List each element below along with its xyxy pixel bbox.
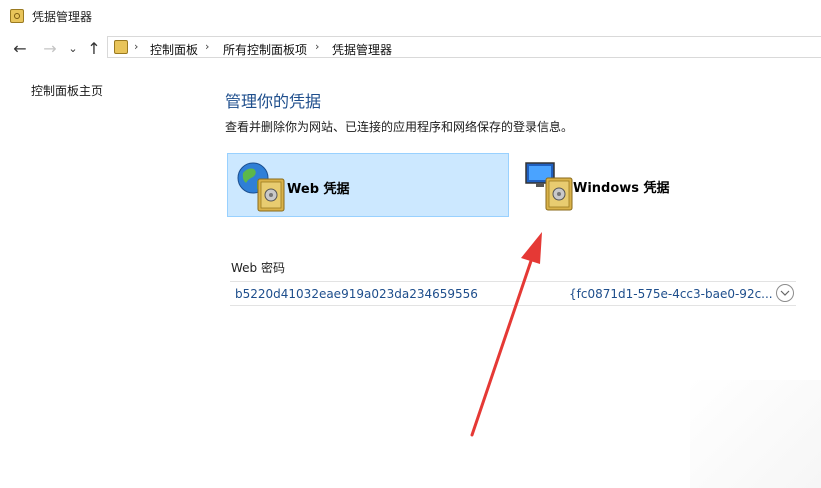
corner-shading bbox=[690, 380, 821, 488]
